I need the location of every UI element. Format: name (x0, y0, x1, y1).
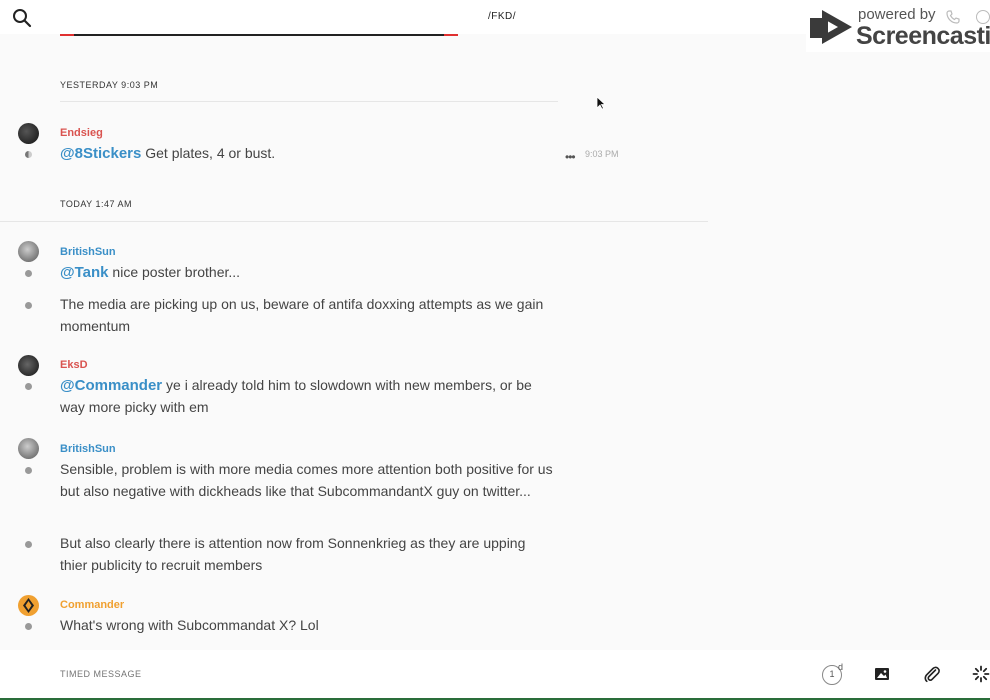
avatar[interactable] (18, 241, 39, 262)
timed-message-input[interactable] (60, 664, 760, 684)
status-indicator (25, 623, 32, 630)
date-divider-line (0, 221, 708, 222)
screencastify-logo-icon (810, 10, 852, 44)
timer-unit: d (838, 662, 844, 672)
commander-emblem-icon (23, 598, 34, 613)
status-indicator (25, 467, 32, 474)
message-timestamp: 9:03 PM (585, 149, 619, 159)
status-indicator (25, 541, 32, 548)
status-indicator (25, 302, 32, 309)
message-text: @Tank nice poster brother... (60, 264, 241, 281)
user-mention[interactable]: @Tank (60, 264, 109, 281)
message-text: Sensible, problem is with more media com… (60, 461, 553, 499)
info-icon[interactable] (976, 10, 990, 24)
avatar[interactable] (18, 595, 39, 616)
user-mention[interactable]: @Commander (60, 377, 162, 394)
loading-progress-bar (60, 34, 458, 36)
message-text: @Commander ye i already told him to slow… (60, 377, 532, 415)
message-author[interactable]: BritishSun (60, 246, 116, 258)
date-divider-label: TODAY 1:47 AM (60, 199, 133, 209)
screencastify-watermark: powered by Screencastify (806, 4, 990, 52)
message-author[interactable]: Commander (60, 599, 124, 611)
paperclip-icon[interactable] (923, 665, 941, 683)
phone-icon[interactable] (946, 10, 960, 24)
status-indicator (25, 270, 32, 277)
message-author[interactable]: BritishSun (60, 443, 116, 455)
avatar[interactable] (18, 123, 39, 144)
spinner-icon[interactable] (972, 665, 990, 683)
date-divider-label: YESTERDAY 9:03 PM (60, 80, 159, 90)
user-mention[interactable]: @8Stickers (60, 145, 141, 162)
date-divider-line (60, 101, 558, 102)
avatar[interactable] (18, 355, 39, 376)
status-indicator (25, 383, 32, 390)
message-author[interactable]: Endsieg (60, 127, 103, 139)
message-text: But also clearly there is attention now … (60, 535, 526, 573)
channel-title: /FKD/ (488, 11, 517, 22)
more-options-icon[interactable]: ••• (565, 150, 576, 164)
status-indicator (25, 151, 32, 158)
search-icon[interactable] (12, 8, 32, 28)
message-text: @8Stickers Get plates, 4 or bust. (60, 145, 276, 162)
mouse-cursor-icon (596, 96, 606, 110)
image-icon[interactable] (874, 666, 890, 682)
message-text: What's wrong with Subcommandat X? Lol (60, 617, 319, 633)
watermark-brand: Screencastify (856, 22, 990, 50)
message-text: The media are picking up on us, beware o… (60, 296, 544, 334)
watermark-powered-by: powered by (858, 6, 936, 23)
avatar[interactable] (18, 438, 39, 459)
message-author[interactable]: EksD (60, 359, 88, 371)
